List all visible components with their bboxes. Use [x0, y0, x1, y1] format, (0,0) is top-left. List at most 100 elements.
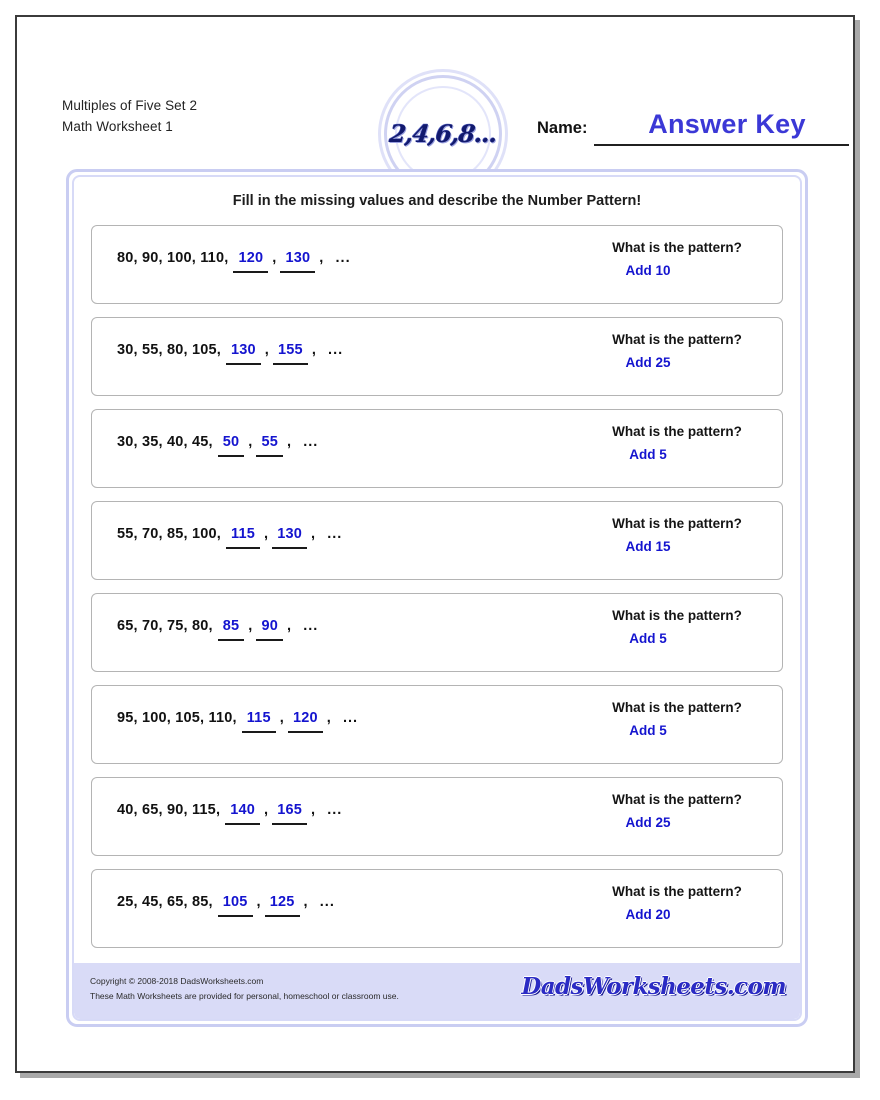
- worksheet-header: Multiples of Five Set 2 Math Worksheet 1…: [17, 17, 853, 193]
- problem-box: 65, 70, 75, 80, 85, 90,... What is the patt…: [91, 593, 783, 672]
- answer-blank-2[interactable]: 155: [272, 342, 309, 365]
- sequence-given-terms: 25, 45, 65, 85,: [117, 894, 213, 910]
- sequence-ellipsis: ...: [303, 618, 319, 634]
- number-sequence: 30, 35, 40, 45, 50, 55,...: [117, 434, 319, 457]
- pattern-question: What is the pattern?: [612, 884, 742, 899]
- sequence-given-terms: 80, 90, 100, 110,: [117, 250, 229, 266]
- answer-blank-1[interactable]: 140: [224, 802, 261, 825]
- pattern-block: What is the pattern? Add 5: [562, 608, 792, 646]
- sequence-comma-2: ,: [287, 434, 292, 450]
- sequence-ellipsis: ...: [342, 710, 359, 726]
- worksheet-panel-inner: Fill in the missing values and describe …: [72, 175, 802, 1021]
- pattern-question: What is the pattern?: [612, 700, 742, 715]
- pattern-answer[interactable]: Add 5: [562, 723, 792, 738]
- problem-box: 55, 70, 85, 100, 115, 130,... What is the p…: [91, 501, 783, 580]
- sequence-ellipsis: ...: [327, 802, 343, 818]
- problem-box: 30, 55, 80, 105, 130, 155,... What is the p…: [91, 317, 783, 396]
- sequence-comma-1: ,: [272, 250, 277, 266]
- logo-text: 2,4,6,8...: [388, 118, 498, 148]
- sequence-ellipsis: ...: [319, 894, 335, 910]
- answer-blank-1[interactable]: 130: [225, 342, 262, 365]
- sequence-comma-2: ,: [303, 894, 308, 910]
- usage-text: These Math Worksheets are provided for p…: [90, 991, 399, 1001]
- pattern-block: What is the pattern? Add 25: [562, 792, 792, 830]
- pattern-answer[interactable]: Add 5: [562, 447, 792, 462]
- footer-copyright-block: Copyright © 2008-2018 DadsWorksheets.com…: [90, 974, 399, 1004]
- sequence-comma-2: ,: [311, 526, 316, 542]
- dadsworksheets-brand-logo: DadsWorksheets.com: [521, 973, 786, 1000]
- pattern-question: What is the pattern?: [612, 424, 742, 439]
- number-sequence: 55, 70, 85, 100, 115, 130,...: [117, 526, 343, 549]
- sequence-given-terms: 95, 100, 105, 110,: [117, 710, 237, 726]
- sequence-ellipsis: ...: [327, 526, 343, 542]
- answer-blank-2[interactable]: 90: [255, 618, 284, 641]
- answer-blank-1[interactable]: 115: [241, 710, 277, 733]
- pattern-answer[interactable]: Add 15: [562, 539, 792, 554]
- pattern-block: What is the pattern? Add 20: [562, 884, 792, 922]
- answer-blank-2[interactable]: 130: [279, 250, 316, 273]
- worksheet-subtitle: Math Worksheet 1: [62, 119, 173, 134]
- sequence-comma-1: ,: [263, 802, 269, 818]
- sequence-comma-2: ,: [311, 342, 317, 358]
- pattern-answer[interactable]: Add 25: [562, 355, 792, 370]
- problem-box: 80, 90, 100, 110, 120, 130,... What is the …: [91, 225, 783, 304]
- sequence-ellipsis: ...: [303, 434, 319, 450]
- worksheet-title: Multiples of Five Set 2: [62, 98, 198, 113]
- sequence-ellipsis: ...: [328, 342, 344, 358]
- pattern-block: What is the pattern? Add 10: [562, 240, 792, 278]
- problem-box: 95, 100, 105, 110, 115, 120,... What is the…: [91, 685, 783, 764]
- sequence-comma-1: ,: [248, 434, 253, 450]
- problem-list: 80, 90, 100, 110, 120, 130,... What is the …: [91, 225, 783, 961]
- pattern-question: What is the pattern?: [612, 332, 742, 347]
- problem-box: 40, 65, 90, 115, 140, 165,... What is the p…: [91, 777, 783, 856]
- worksheet-title-block: Multiples of Five Set 2 Math Worksheet 1: [62, 95, 197, 137]
- name-label: Name:: [537, 119, 588, 137]
- pattern-answer[interactable]: Add 25: [562, 815, 792, 830]
- pattern-answer[interactable]: Add 10: [562, 263, 792, 278]
- pattern-question: What is the pattern?: [612, 516, 742, 531]
- copyright-text: Copyright © 2008-2018 DadsWorksheets.com: [90, 976, 264, 986]
- name-underline: [594, 144, 849, 146]
- sequence-given-terms: 55, 70, 85, 100,: [117, 526, 221, 542]
- pattern-question: What is the pattern?: [612, 608, 742, 623]
- answer-blank-1[interactable]: 50: [217, 434, 246, 457]
- sequence-given-terms: 40, 65, 90, 115,: [117, 802, 221, 818]
- sequence-comma-1: ,: [264, 342, 270, 358]
- sequence-comma-1: ,: [248, 618, 253, 634]
- answer-blank-1[interactable]: 120: [232, 250, 269, 273]
- name-field-value[interactable]: Answer Key: [607, 109, 847, 140]
- answer-blank-2[interactable]: 130: [271, 526, 308, 549]
- sequence-comma-2: ,: [319, 250, 324, 266]
- number-sequence: 40, 65, 90, 115, 140, 165,...: [117, 802, 343, 825]
- pattern-block: What is the pattern? Add 25: [562, 332, 792, 370]
- pattern-block: What is the pattern? Add 15: [562, 516, 792, 554]
- sequence-comma-1: ,: [256, 894, 261, 910]
- pattern-answer[interactable]: Add 20: [562, 907, 792, 922]
- answer-blank-1[interactable]: 105: [217, 894, 254, 917]
- answer-blank-2[interactable]: 120: [287, 710, 324, 733]
- worksheet-page: Multiples of Five Set 2 Math Worksheet 1…: [15, 15, 855, 1073]
- sequence-comma-1: ,: [279, 710, 284, 726]
- sequence-comma-2: ,: [311, 802, 316, 818]
- answer-blank-2[interactable]: 125: [264, 894, 301, 917]
- sequence-given-terms: 65, 70, 75, 80,: [117, 618, 213, 634]
- answer-blank-2[interactable]: 55: [255, 434, 284, 457]
- sequence-comma-1: ,: [263, 526, 269, 542]
- answer-blank-2[interactable]: 165: [271, 802, 308, 825]
- pattern-block: What is the pattern? Add 5: [562, 424, 792, 462]
- sequence-given-terms: 30, 55, 80, 105,: [117, 342, 221, 358]
- sequence-comma-2: ,: [326, 710, 331, 726]
- pattern-question: What is the pattern?: [612, 792, 742, 807]
- sequence-ellipsis: ...: [335, 250, 351, 266]
- answer-blank-1[interactable]: 85: [217, 618, 246, 641]
- answer-blank-1[interactable]: 115: [225, 526, 261, 549]
- problem-box: 25, 45, 65, 85, 105, 125,... What is the pa…: [91, 869, 783, 948]
- pattern-answer[interactable]: Add 5: [562, 631, 792, 646]
- name-row: Name: Answer Key: [537, 109, 849, 149]
- problem-box: 30, 35, 40, 45, 50, 55,... What is the patt…: [91, 409, 783, 488]
- number-sequence: 30, 55, 80, 105, 130, 155,...: [117, 342, 344, 365]
- worksheet-panel: Fill in the missing values and describe …: [66, 169, 808, 1027]
- sequence-comma-2: ,: [287, 618, 292, 634]
- number-sequence: 95, 100, 105, 110, 115, 120,...: [117, 710, 359, 733]
- worksheet-footer: Copyright © 2008-2018 DadsWorksheets.com…: [74, 963, 800, 1019]
